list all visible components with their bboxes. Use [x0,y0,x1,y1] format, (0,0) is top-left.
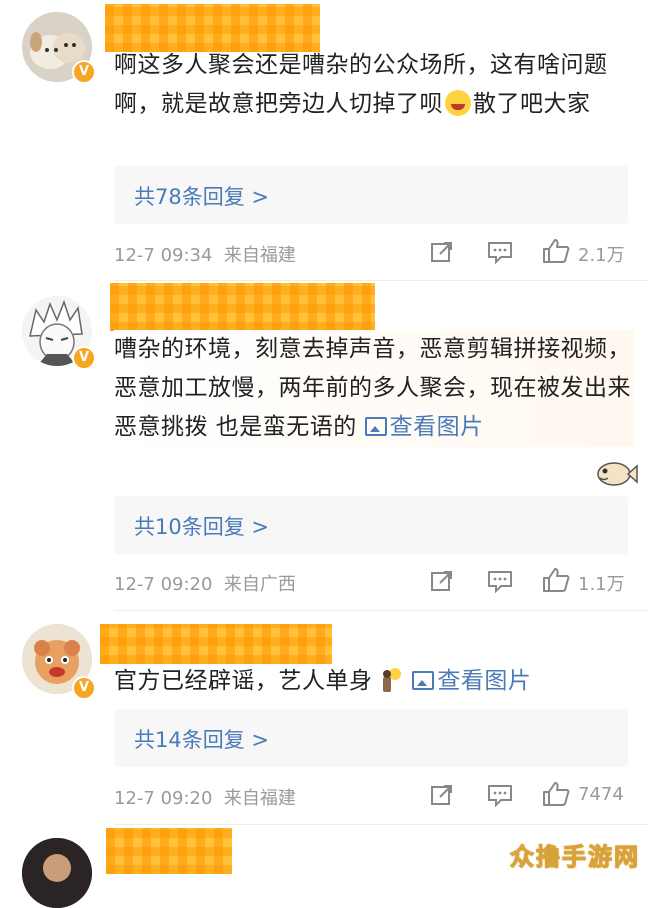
timestamp: 12-7 09:34 [114,245,213,266]
replies-button[interactable]: 共14条回复 > [114,709,628,767]
comment-meta: 12-7 09:20 来自广西 [114,570,296,596]
source: 来自福建 [223,245,296,266]
divider [114,280,648,281]
replies-button[interactable]: 共78条回复 > [114,166,628,224]
replies-button[interactable]: 共10条回复 > [114,496,628,554]
like-count: 1.1万 [578,574,625,595]
watermark-text: 众撸手游网 [510,843,640,872]
timestamp: 12-7 09:20 [114,788,213,809]
comment-icon[interactable] [487,783,513,807]
share-icon[interactable] [430,240,454,264]
laughing-cry-emoji-icon [445,90,471,116]
like-count: 7474 [578,784,624,805]
divider [114,824,648,825]
thinking-emoji-icon [382,668,401,692]
verified-badge: V [72,676,96,700]
comment-icon[interactable] [487,240,513,264]
like-count: 2.1万 [578,245,625,266]
share-icon[interactable] [430,783,454,807]
avatar[interactable] [22,838,92,908]
fish-sticker-icon [597,462,638,486]
username-redacted[interactable] [105,4,320,52]
share-icon[interactable] [430,569,454,593]
username-redacted[interactable] [100,624,332,664]
photo-avatar-image [22,838,92,908]
view-image-link[interactable]: 查看图片 [364,414,484,440]
verified-badge: V [72,60,96,84]
verified-badge: V [72,346,96,370]
like-icon[interactable] [542,781,570,807]
source: 来自福建 [223,788,296,809]
username-redacted[interactable] [110,283,375,331]
comment-icon[interactable] [487,569,513,593]
timestamp: 12-7 09:20 [114,574,213,595]
like-icon[interactable] [542,567,570,593]
comment-meta: 12-7 09:34 来自福建 [114,241,296,267]
view-image-link[interactable]: 查看图片 [412,668,531,694]
image-icon [412,671,435,690]
divider [114,610,648,611]
source: 来自广西 [223,574,296,595]
like-icon[interactable] [542,238,570,264]
username-redacted[interactable] [106,828,232,874]
comment-text: 官方已经辟谣，艺人单身 查看图片 [114,668,532,694]
image-icon [364,417,387,436]
comment-meta: 12-7 09:20 来自福建 [114,784,296,810]
comment-text: 嘈杂的环境，刻意去掉声音，恶意剪辑拼接视频，恶意加工放慢，两年前的多人聚会，现在… [114,330,634,447]
comment-text: 啊这多人聚会还是嘈杂的公众场所，这有啥问题啊，就是故意把旁边人切掉了呗 散了吧大家 [114,52,608,117]
